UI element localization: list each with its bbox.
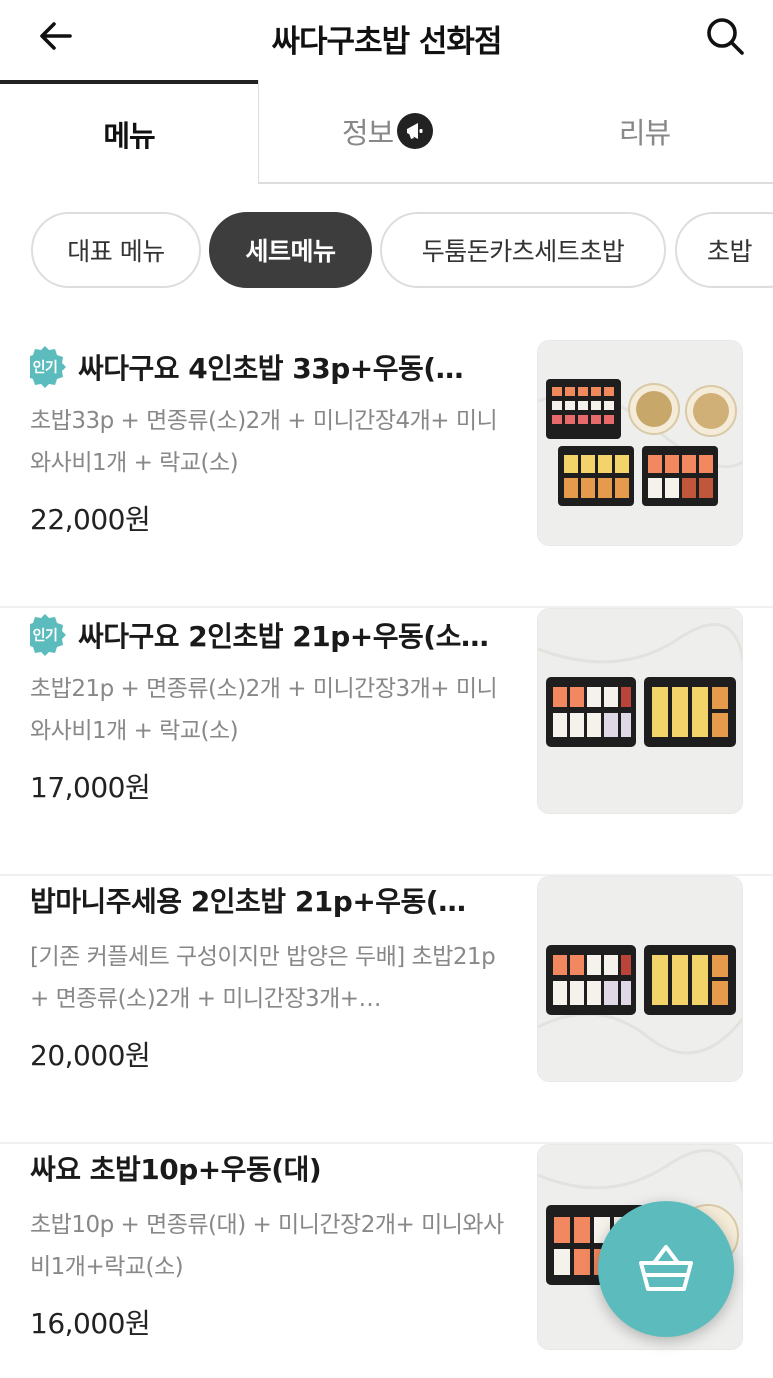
menu-item-photo: [537, 340, 743, 546]
menu-item-description: [기존 커플세트 구성이지만 밥양은 두배] 초밥21p + 면종류(소)2개 …: [30, 944, 496, 1012]
search-button[interactable]: [699, 10, 751, 62]
chip-signature-menu[interactable]: 대표 메뉴: [31, 212, 201, 288]
menu-item-name: 싸다구요 2인초밥 21p+우동(소…: [78, 620, 489, 653]
menu-item-photo: [537, 608, 743, 814]
menu-item[interactable]: 인기 싸다구요 2인초밥 21p+우동(소… 초밥21p + 면종류(소)2개 …: [0, 608, 773, 876]
menu-item-title: 싸요 초밥10p+우동(대): [30, 1148, 510, 1188]
menu-item-title: 인기 싸다구요 4인초밥 33p+우동(…: [30, 344, 510, 390]
page-title: 싸다구초밥 선화점: [271, 24, 503, 60]
top-app-bar: 싸다구초밥 선화점: [0, 0, 773, 80]
menu-item-price: 22,000원: [30, 503, 151, 536]
chip-set-menu[interactable]: 세트메뉴: [209, 212, 372, 288]
popular-badge-label: 인기: [32, 628, 58, 644]
store-tab-bar: 메뉴 정보 리뷰: [0, 80, 773, 184]
tab-info[interactable]: 정보: [258, 80, 516, 184]
tab-review-label: 리뷰: [618, 116, 671, 150]
menu-item-name: 밥마니주세용 2인초밥 21p+우동(…: [30, 885, 466, 918]
chip-label: 대표 메뉴: [67, 237, 165, 266]
menu-item-name: 싸요 초밥10p+우동(대): [30, 1153, 322, 1186]
tab-info-label: 정보: [341, 116, 394, 150]
menu-item-title: 인기 싸다구요 2인초밥 21p+우동(소…: [30, 612, 510, 658]
chip-label: 초밥: [707, 237, 753, 266]
menu-item-title: 밥마니주세용 2인초밥 21p+우동(…: [30, 880, 510, 920]
menu-item-price: 17,000원: [30, 771, 151, 804]
popular-badge: 인기: [30, 344, 68, 390]
cart-button[interactable]: [598, 1201, 734, 1337]
menu-item[interactable]: 인기 싸다구요 4인초밥 33p+우동(… 초밥33p + 면종류(소)2개 +…: [0, 340, 773, 608]
menu-item-photo: [537, 876, 743, 1082]
menu-item-description: 초밥33p + 면종류(소)2개 + 미니간장4개+ 미니와사비1개 + 락교(…: [30, 408, 498, 476]
menu-item-price: 20,000원: [30, 1039, 151, 1072]
menu-item[interactable]: 밥마니주세용 2인초밥 21p+우동(… [기존 커플세트 구성이지만 밥양은 …: [0, 876, 773, 1144]
chip-label: 두툼돈카츠세트초밥: [421, 237, 625, 266]
shopping-basket-icon: [639, 1245, 693, 1291]
chip-tonkatsu-set[interactable]: 두툼돈카츠세트초밥: [380, 212, 666, 288]
menu-item-price: 16,000원: [30, 1307, 151, 1340]
chip-sushi[interactable]: 초밥: [675, 212, 773, 288]
megaphone-icon: [397, 113, 434, 149]
popular-badge-label: 인기: [32, 360, 58, 376]
tab-review[interactable]: 리뷰: [516, 80, 773, 184]
category-chip-row: 대표 메뉴 세트메뉴 두툼돈카츠세트초밥 초밥: [0, 212, 773, 288]
search-icon: [707, 18, 744, 55]
tab-menu[interactable]: 메뉴: [0, 80, 258, 184]
menu-item-name: 싸다구요 4인초밥 33p+우동(…: [78, 352, 464, 385]
menu-item-description: 초밥10p + 면종류(대) + 미니간장2개+ 미니와사비1개+락교(소): [30, 1212, 504, 1280]
popular-badge: 인기: [30, 612, 68, 658]
chip-label: 세트메뉴: [245, 237, 336, 266]
menu-item-description: 초밥21p + 면종류(소)2개 + 미니간장3개+ 미니와사비1개 + 락교(…: [30, 676, 498, 744]
tab-menu-label: 메뉴: [103, 119, 155, 153]
